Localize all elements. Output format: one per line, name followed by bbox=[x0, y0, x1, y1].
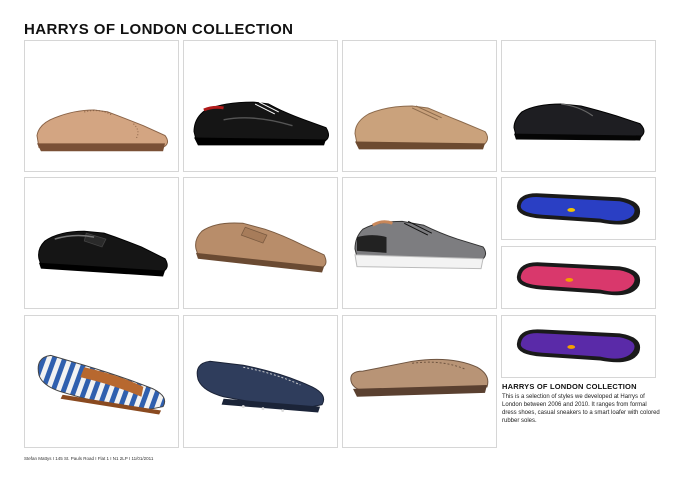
tan-derby-image bbox=[354, 105, 488, 150]
collection-caption: HARRYS OF LONDON COLLECTION This is a se… bbox=[502, 382, 662, 425]
pink-sole-image bbox=[516, 262, 641, 296]
blue-sole-image bbox=[516, 193, 641, 225]
shoe-tile-striped-driver bbox=[24, 315, 179, 448]
navy-driver-image bbox=[196, 360, 325, 413]
shoe-tile-tan-brogue bbox=[24, 40, 179, 172]
shoe-tile-grey-sneaker bbox=[342, 177, 497, 309]
shoe-tile-navy-driver bbox=[183, 315, 338, 448]
shoe-tile-black-loafer bbox=[501, 40, 656, 172]
striped-driver-image bbox=[37, 354, 166, 415]
purple-sole-image bbox=[516, 329, 641, 363]
shoe-tile-tan-derby bbox=[342, 40, 497, 172]
page-title: HARRYS OF LONDON COLLECTION bbox=[24, 21, 294, 38]
black-loafer-image bbox=[513, 103, 645, 141]
sole-tile-blue bbox=[501, 177, 656, 240]
shoe-tile-tan-suede-loafer bbox=[183, 177, 338, 309]
black-patent-image bbox=[193, 99, 329, 146]
shoe-tile-tan-mule bbox=[342, 315, 497, 448]
sole-tile-purple bbox=[501, 315, 656, 378]
caption-body: This is a selection of styles we develop… bbox=[502, 394, 660, 424]
shoe-tile-black-patent bbox=[183, 40, 338, 172]
page-footer: Stefan Mattys I 145 St. Pauls Road I Fla… bbox=[24, 456, 154, 461]
grey-sneaker-image bbox=[354, 220, 487, 270]
tan-mule-image bbox=[350, 358, 489, 397]
shoe-tile-black-penny-loafer bbox=[24, 177, 179, 309]
tan-brogue-image bbox=[36, 109, 169, 152]
black-penny-loafer-image bbox=[38, 230, 168, 277]
sole-tile-pink bbox=[501, 246, 656, 309]
tan-suede-loafer-image bbox=[195, 222, 327, 273]
caption-title: HARRYS OF LONDON COLLECTION bbox=[502, 382, 637, 391]
